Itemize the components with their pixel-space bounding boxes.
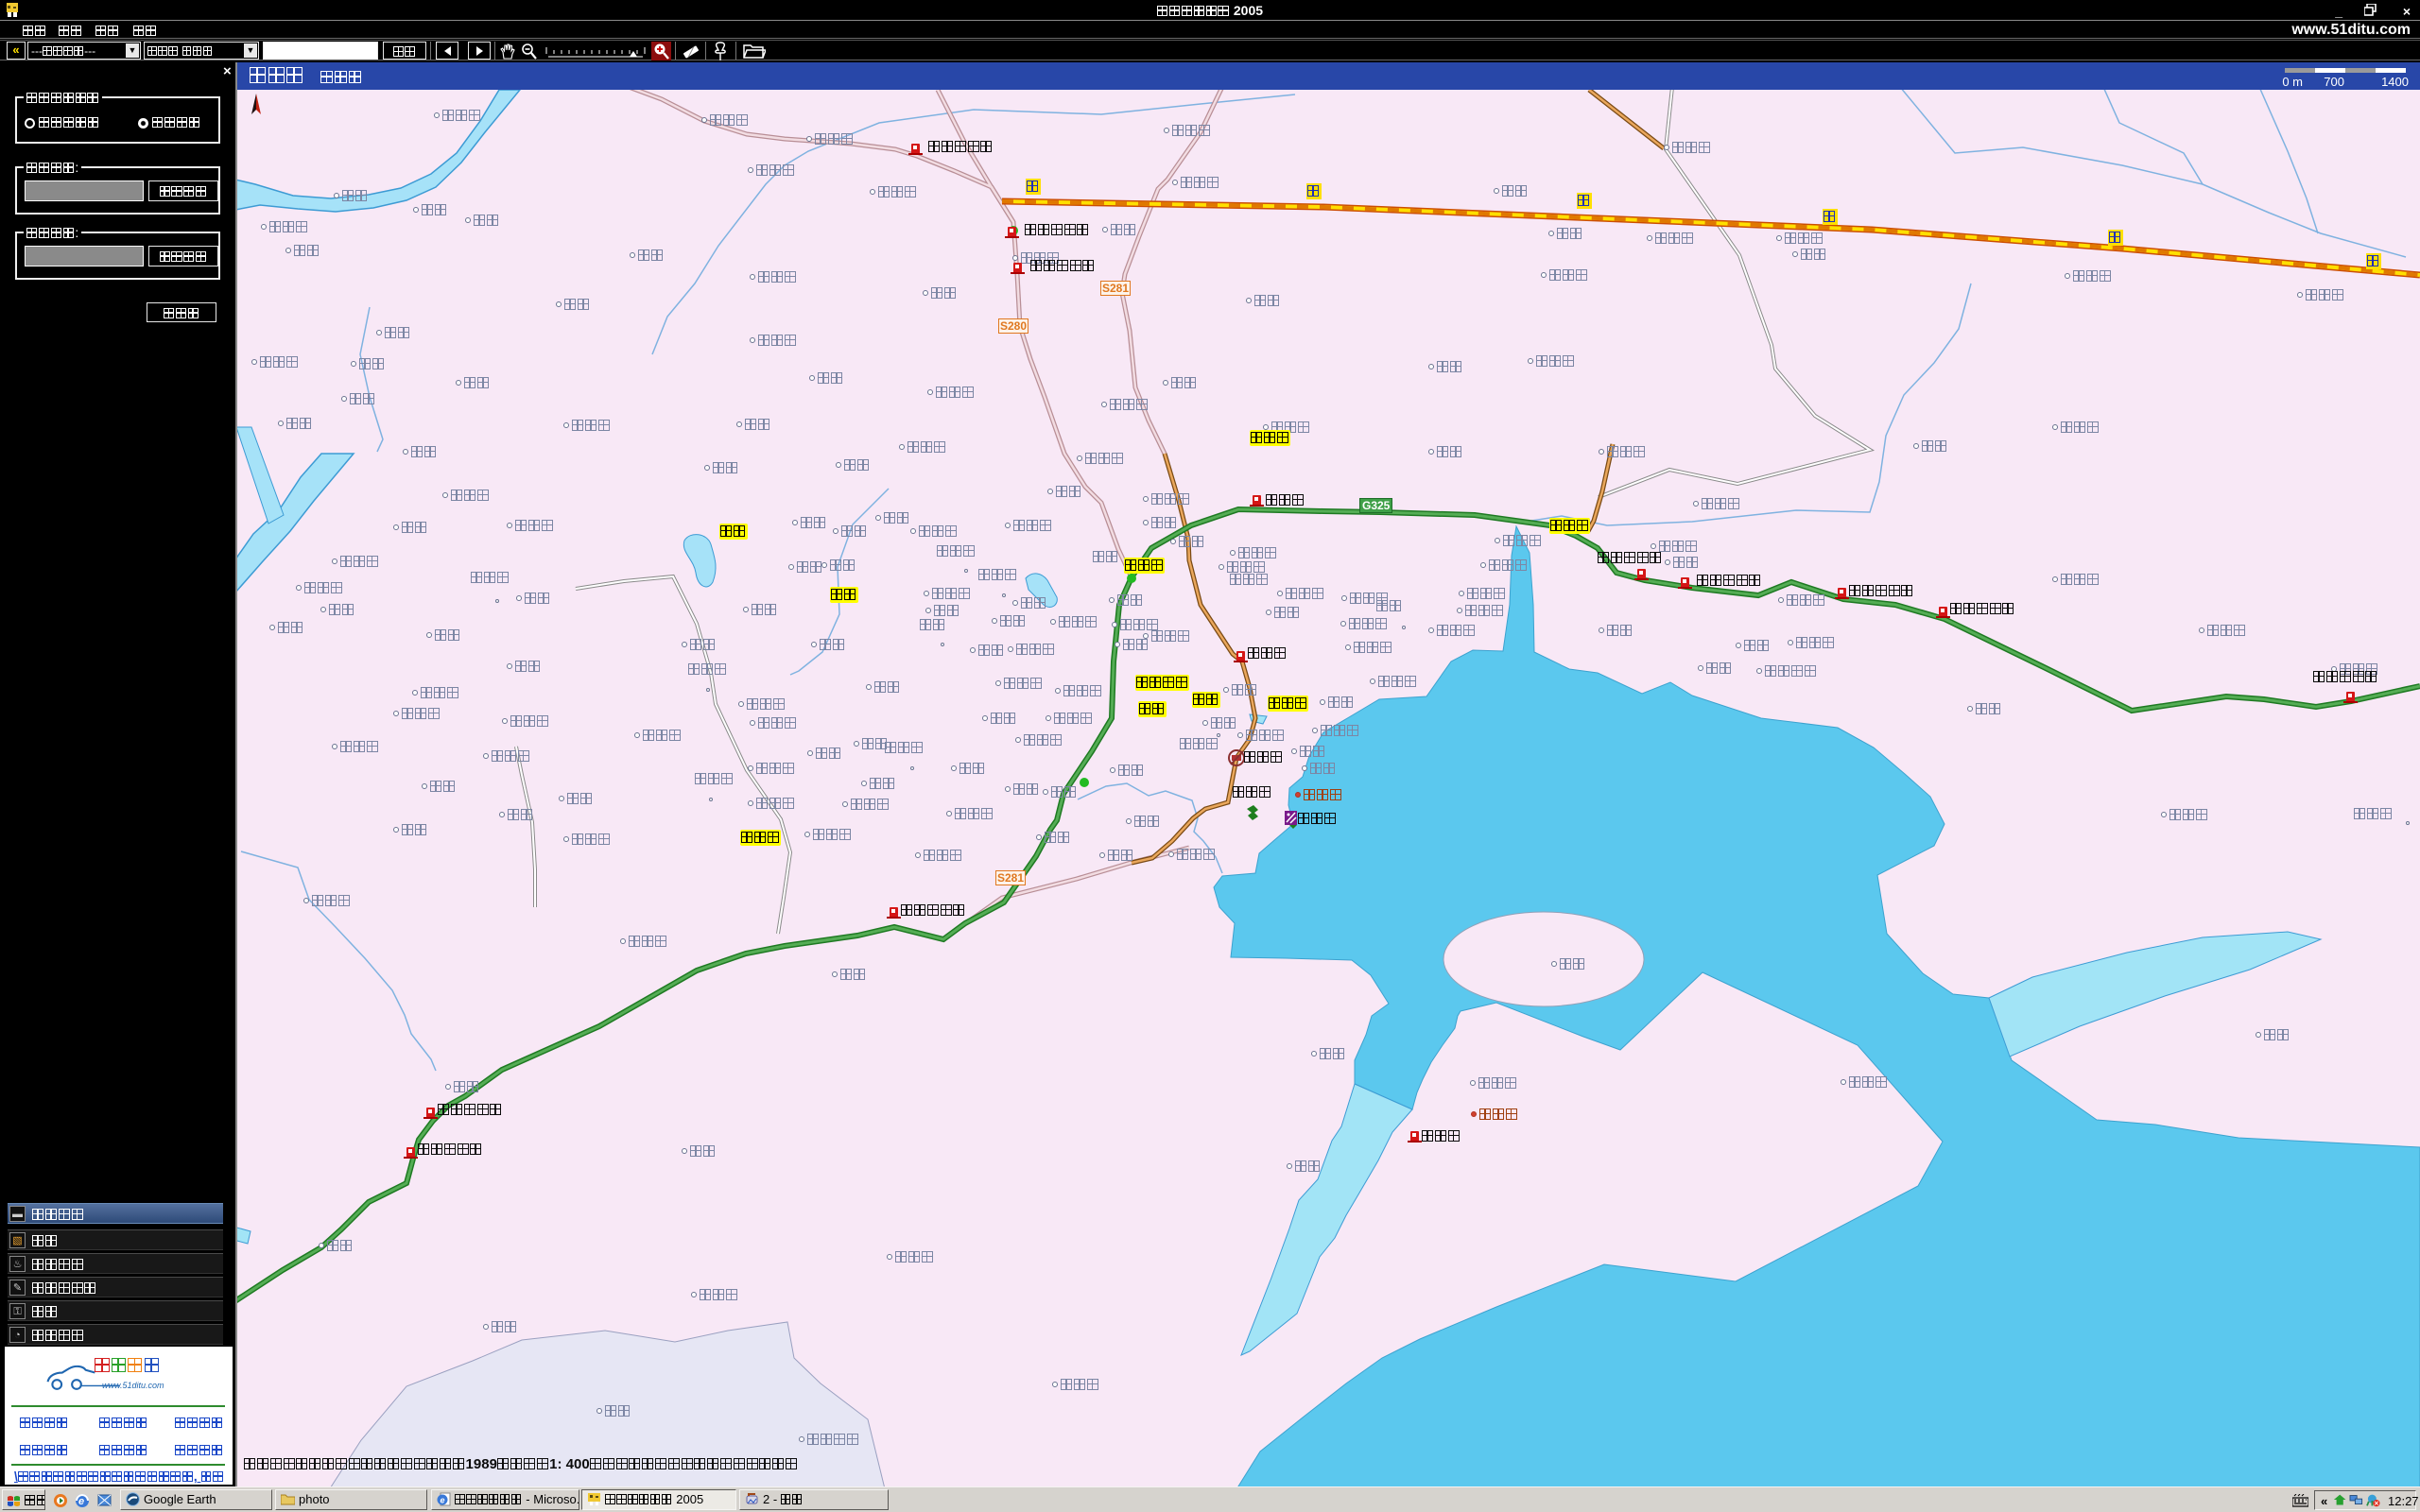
svg-text:e: e [441,1496,445,1505]
svg-text:e: e [78,1496,84,1507]
